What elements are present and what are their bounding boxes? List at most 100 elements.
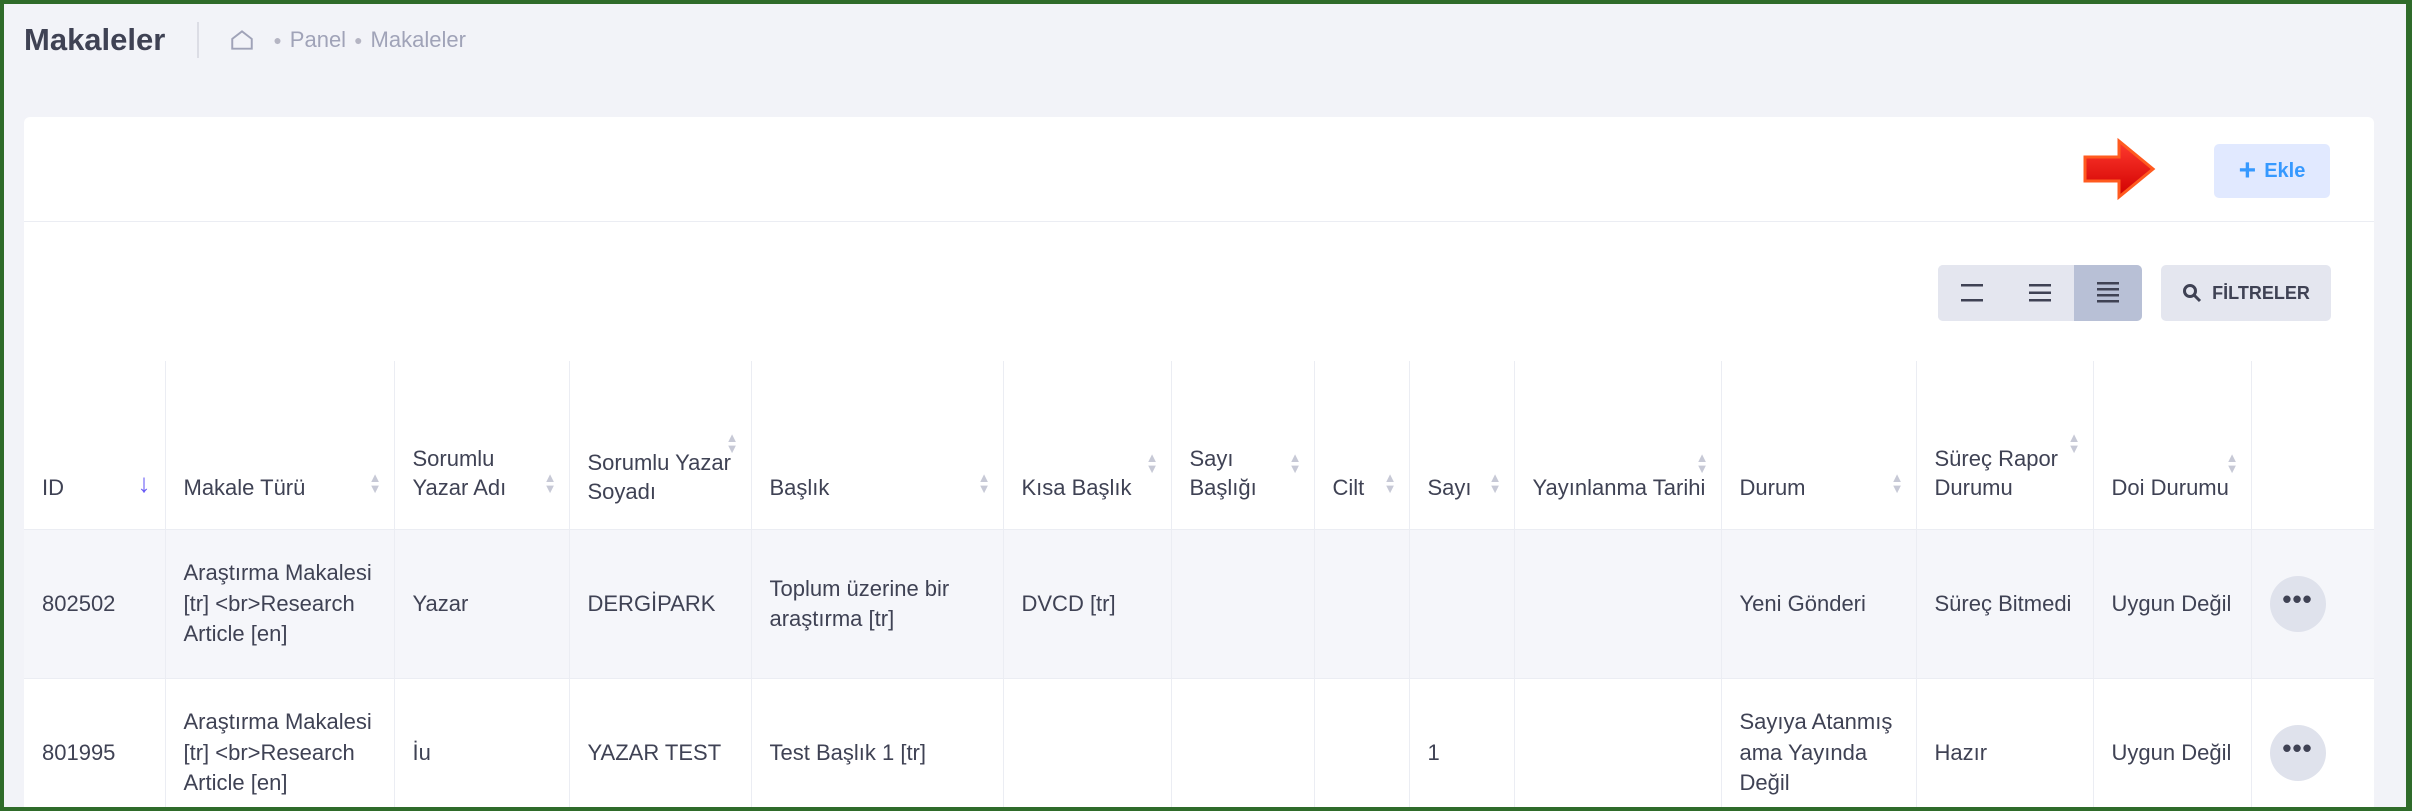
header-divider	[197, 22, 200, 58]
cell-report-status: Süreç Bitmedi	[1916, 529, 2094, 679]
cell-report-status: Hazır	[1916, 678, 2094, 807]
density-standard-icon	[2029, 284, 2051, 302]
column-header-label: ID	[42, 475, 64, 501]
cell-issue-title	[1171, 529, 1315, 679]
column-header-actions	[2251, 361, 2374, 530]
plus-icon: +	[2238, 154, 2257, 187]
cell-short-title: DVCD [tr]	[1003, 529, 1172, 679]
column-header-status[interactable]: Durum ▲ ▼	[1721, 361, 1917, 530]
cell-id: 801995	[24, 678, 166, 807]
page-header: Makaleler ● Panel ● Makaleler	[24, 18, 466, 62]
red-arrow-annotation-icon	[2083, 137, 2156, 201]
column-header-label: Sorumlu Yazar Soyadı	[587, 449, 731, 505]
column-header-issue-title[interactable]: Sayı Başlığı ▲ ▼	[1171, 361, 1315, 530]
column-header-label: Makale Türü	[183, 475, 306, 501]
table-row[interactable]: 801995 Araştırma Makalesi [tr] <br>Resea…	[24, 678, 2374, 807]
column-header-label: Süreç Rapor Durumu	[1934, 445, 2059, 501]
sort-icon[interactable]: ▲ ▼	[726, 431, 739, 456]
cell-actions: •••	[2251, 529, 2374, 679]
breadcrumb-separator: ●	[273, 32, 282, 48]
column-header-title[interactable]: Başlık ▲ ▼	[751, 361, 1004, 530]
cell-actions: •••	[2251, 678, 2374, 807]
cell-title: Toplum üzerine bir araştırma [tr]	[751, 529, 1004, 679]
cell-volume	[1314, 678, 1410, 807]
table-row[interactable]: 802502 Araştırma Makalesi [tr] <br>Resea…	[24, 529, 2374, 679]
breadcrumb-item-panel[interactable]: Panel	[290, 27, 346, 53]
sort-icon[interactable]: ▲ ▼	[1384, 471, 1397, 496]
add-button[interactable]: + Ekle	[2214, 144, 2330, 198]
cell-doi-status: Uygun Değil	[2093, 678, 2252, 807]
sort-icon[interactable]: ▲ ▼	[369, 471, 382, 496]
density-compact-button[interactable]	[1938, 265, 2006, 321]
articles-card: + Ekle FİLTRELER ID ↓ Makale Türü ▲ ▼ So…	[24, 117, 2374, 807]
column-header-label: Sayı	[1427, 475, 1472, 501]
sort-icon[interactable]: ▲ ▼	[2226, 451, 2239, 476]
cell-author-surname: DERGİPARK	[569, 529, 752, 679]
cell-issue-title	[1171, 678, 1315, 807]
column-header-report-status[interactable]: Süreç Rapor Durumu ▲ ▼	[1916, 361, 2094, 530]
column-header-issue[interactable]: Sayı ▲ ▼	[1409, 361, 1515, 530]
card-header: + Ekle	[24, 117, 2374, 222]
breadcrumb-item-makaleler: Makaleler	[370, 27, 466, 52]
app-frame: Makaleler ● Panel ● Makaleler + Ekle FİL…	[4, 4, 2406, 807]
row-menu-button[interactable]: •••	[2269, 725, 2326, 781]
row-menu-button[interactable]: •••	[2269, 576, 2326, 632]
add-button-label: Ekle	[2264, 159, 2306, 182]
table-toolbar: FİLTRELER	[24, 222, 2374, 362]
density-standard-button[interactable]	[2006, 265, 2074, 321]
cell-doi-status: Uygun Değil	[2093, 529, 2252, 679]
column-header-label: Sayı Başlığı	[1189, 445, 1257, 501]
sort-icon[interactable]: ▲ ▼	[1146, 451, 1159, 476]
sort-icon[interactable]: ▲ ▼	[1891, 471, 1904, 496]
cell-issue: 1	[1409, 678, 1515, 807]
density-comfortable-button[interactable]	[2074, 265, 2142, 321]
column-header-id[interactable]: ID ↓	[24, 361, 166, 530]
column-header-label: Yayınlanma Tarihi	[1532, 475, 1706, 501]
cell-author-name: İu	[394, 678, 570, 807]
sort-icon[interactable]: ▲ ▼	[1489, 471, 1502, 496]
density-compact-icon	[1961, 284, 1983, 302]
cell-id: 802502	[24, 529, 166, 679]
home-icon[interactable]	[229, 27, 255, 53]
sort-icon[interactable]: ▲ ▼	[2068, 431, 2081, 456]
column-header-short-title[interactable]: Kısa Başlık ▲ ▼	[1003, 361, 1172, 530]
column-header-label: Başlık	[769, 475, 830, 501]
sort-icon[interactable]: ▲ ▼	[1696, 451, 1709, 476]
cell-status: Yeni Gönderi	[1721, 529, 1917, 679]
articles-table: ID ↓ Makale Türü ▲ ▼ Sorumlu Yazar Adı ▲ ▼ So…	[24, 361, 2374, 807]
page-title: Makaleler	[24, 22, 166, 57]
column-header-doi-status[interactable]: Doi Durumu ▲ ▼	[2093, 361, 2252, 530]
column-header-label: Durum	[1739, 475, 1806, 501]
density-toggle-group	[1938, 265, 2142, 321]
cell-title: Test Başlık 1 [tr]	[751, 678, 1004, 807]
column-header-volume[interactable]: Cilt ▲ ▼	[1314, 361, 1410, 530]
sort-icon[interactable]: ▲ ▼	[544, 471, 557, 496]
cell-pub-date	[1514, 529, 1722, 679]
filters-button-label: FİLTRELER	[2212, 282, 2310, 303]
column-header-label: Sorumlu Yazar Adı	[412, 445, 507, 501]
cell-type: Araştırma Makalesi [tr] <br>Research Art…	[165, 529, 395, 679]
sort-icon[interactable]: ▲ ▼	[1289, 451, 1302, 476]
cell-pub-date	[1514, 678, 1722, 807]
table-header-row: ID ↓ Makale Türü ▲ ▼ Sorumlu Yazar Adı ▲ ▼ So…	[24, 361, 2374, 530]
column-header-type[interactable]: Makale Türü ▲ ▼	[165, 361, 395, 530]
column-header-author-surname[interactable]: Sorumlu Yazar Soyadı ▲ ▼	[569, 361, 752, 530]
sort-icon[interactable]: ▲ ▼	[978, 471, 991, 496]
breadcrumb-separator: ●	[354, 32, 363, 48]
filters-button[interactable]: FİLTRELER	[2161, 265, 2331, 321]
cell-status: Sayıya Atanmış ama Yayında Değil	[1721, 678, 1917, 807]
cell-short-title	[1003, 678, 1172, 807]
density-comfortable-icon	[2097, 282, 2119, 303]
cell-author-surname: YAZAR TEST	[569, 678, 752, 807]
sort-desc-icon[interactable]: ↓	[138, 466, 151, 501]
column-header-pub-date[interactable]: Yayınlanma Tarihi ▲ ▼	[1514, 361, 1722, 530]
cell-author-name: Yazar	[394, 529, 570, 679]
cell-type: Araştırma Makalesi [tr] <br>Research Art…	[165, 678, 395, 807]
cell-issue	[1409, 529, 1515, 679]
column-header-label: Doi Durumu	[2111, 475, 2229, 501]
breadcrumb: ● Panel ● Makaleler	[229, 27, 466, 53]
column-header-author-name[interactable]: Sorumlu Yazar Adı ▲ ▼	[394, 361, 570, 530]
column-header-label: Cilt	[1332, 475, 1365, 501]
column-header-label: Kısa Başlık	[1021, 475, 1132, 501]
cell-volume	[1314, 529, 1410, 679]
